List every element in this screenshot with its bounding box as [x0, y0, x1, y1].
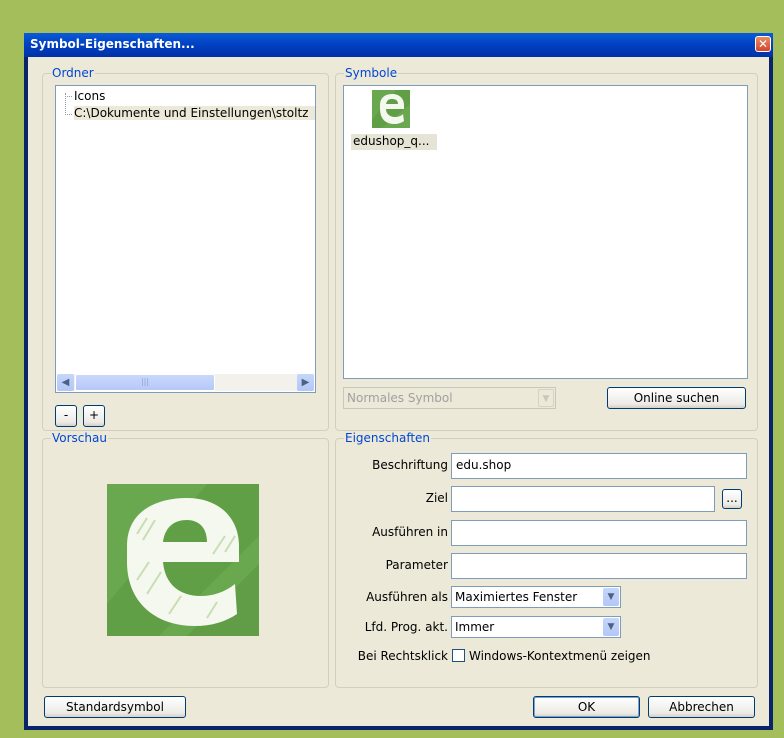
- lfd-prog-value: Immer: [455, 620, 495, 634]
- ordner-group: Ordner Icons C:\Dokumente und Einstellun…: [42, 66, 329, 431]
- browse-button[interactable]: ...: [722, 489, 742, 509]
- chevron-down-icon[interactable]: ▼: [603, 618, 619, 636]
- scroll-right-icon[interactable]: ▶: [297, 374, 314, 391]
- tree-line: [65, 114, 72, 115]
- ziel-label: Ziel: [425, 491, 448, 505]
- eigenschaften-group: Eigenschaften Beschriftung edu.shop Ziel…: [335, 431, 758, 688]
- tree-line: [65, 96, 72, 97]
- rechtsklick-label: Bei Rechtsklick: [357, 649, 448, 663]
- vorschau-group: Vorschau: [42, 431, 329, 688]
- ordner-title: Ordner: [51, 66, 95, 80]
- scroll-thumb[interactable]: |||: [75, 374, 215, 391]
- tree-item-icons[interactable]: Icons: [74, 89, 105, 103]
- remove-folder-button[interactable]: -: [55, 405, 77, 427]
- ziel-field[interactable]: [451, 486, 715, 512]
- ok-button[interactable]: OK: [533, 696, 640, 718]
- online-search-button[interactable]: Online suchen: [607, 387, 746, 409]
- symbole-group: Symbole edushop_q... Normales Symbol ▼ O…: [335, 66, 758, 431]
- lfd-prog-select[interactable]: Immer ▼: [451, 616, 621, 638]
- cancel-button[interactable]: Abbrechen: [648, 696, 755, 718]
- beschriftung-label: Beschriftung: [372, 458, 448, 472]
- symbole-title: Symbole: [344, 66, 399, 80]
- ausfuehren-in-field[interactable]: [451, 520, 747, 546]
- preview-image: [107, 484, 259, 636]
- eigenschaften-title: Eigenschaften: [344, 431, 432, 445]
- dialog-window: Symbol-Eigenschaften... ✕ Ordner Icons C…: [24, 33, 773, 730]
- folder-tree[interactable]: Icons C:\Dokumente und Einstellungen\sto…: [55, 85, 316, 393]
- symbol-type-value: Normales Symbol: [347, 391, 453, 405]
- symbol-type-select: Normales Symbol ▼: [343, 387, 556, 409]
- scroll-left-icon[interactable]: ◀: [57, 374, 74, 391]
- symbol-item[interactable]: edushop_q...: [349, 90, 439, 150]
- lfd-prog-label: Lfd. Prog. akt.: [364, 620, 448, 634]
- standard-symbol-button[interactable]: Standardsymbol: [44, 696, 186, 718]
- dialog-client: Ordner Icons C:\Dokumente und Einstellun…: [28, 57, 769, 726]
- parameter-field[interactable]: [451, 553, 747, 579]
- vorschau-title: Vorschau: [51, 431, 108, 445]
- ausfuehren-als-value: Maximiertes Fenster: [455, 590, 578, 604]
- tree-item-path[interactable]: C:\Dokumente und Einstellungen\stoltz: [74, 106, 315, 120]
- horizontal-scrollbar[interactable]: ◀ ||| ▶: [57, 374, 314, 391]
- ausfuehren-als-select[interactable]: Maximiertes Fenster ▼: [451, 586, 621, 608]
- kontextmenu-checkbox[interactable]: [452, 649, 465, 662]
- symbol-list[interactable]: edushop_q...: [343, 85, 748, 379]
- close-icon[interactable]: ✕: [755, 36, 771, 52]
- window-title: Symbol-Eigenschaften...: [30, 37, 195, 51]
- chevron-down-icon[interactable]: ▼: [603, 588, 619, 606]
- beschriftung-field[interactable]: edu.shop: [451, 453, 747, 479]
- symbol-item-label: edushop_q...: [351, 134, 437, 150]
- parameter-label: Parameter: [385, 558, 448, 572]
- add-folder-button[interactable]: +: [83, 405, 105, 427]
- kontextmenu-checkbox-label[interactable]: Windows-Kontextmenü zeigen: [469, 649, 651, 663]
- chevron-down-icon: ▼: [538, 389, 554, 407]
- edushop-icon: [372, 90, 410, 128]
- ausfuehren-in-label: Ausführen in: [372, 525, 448, 539]
- ausfuehren-als-label: Ausführen als: [366, 590, 448, 604]
- titlebar[interactable]: Symbol-Eigenschaften... ✕: [24, 33, 773, 57]
